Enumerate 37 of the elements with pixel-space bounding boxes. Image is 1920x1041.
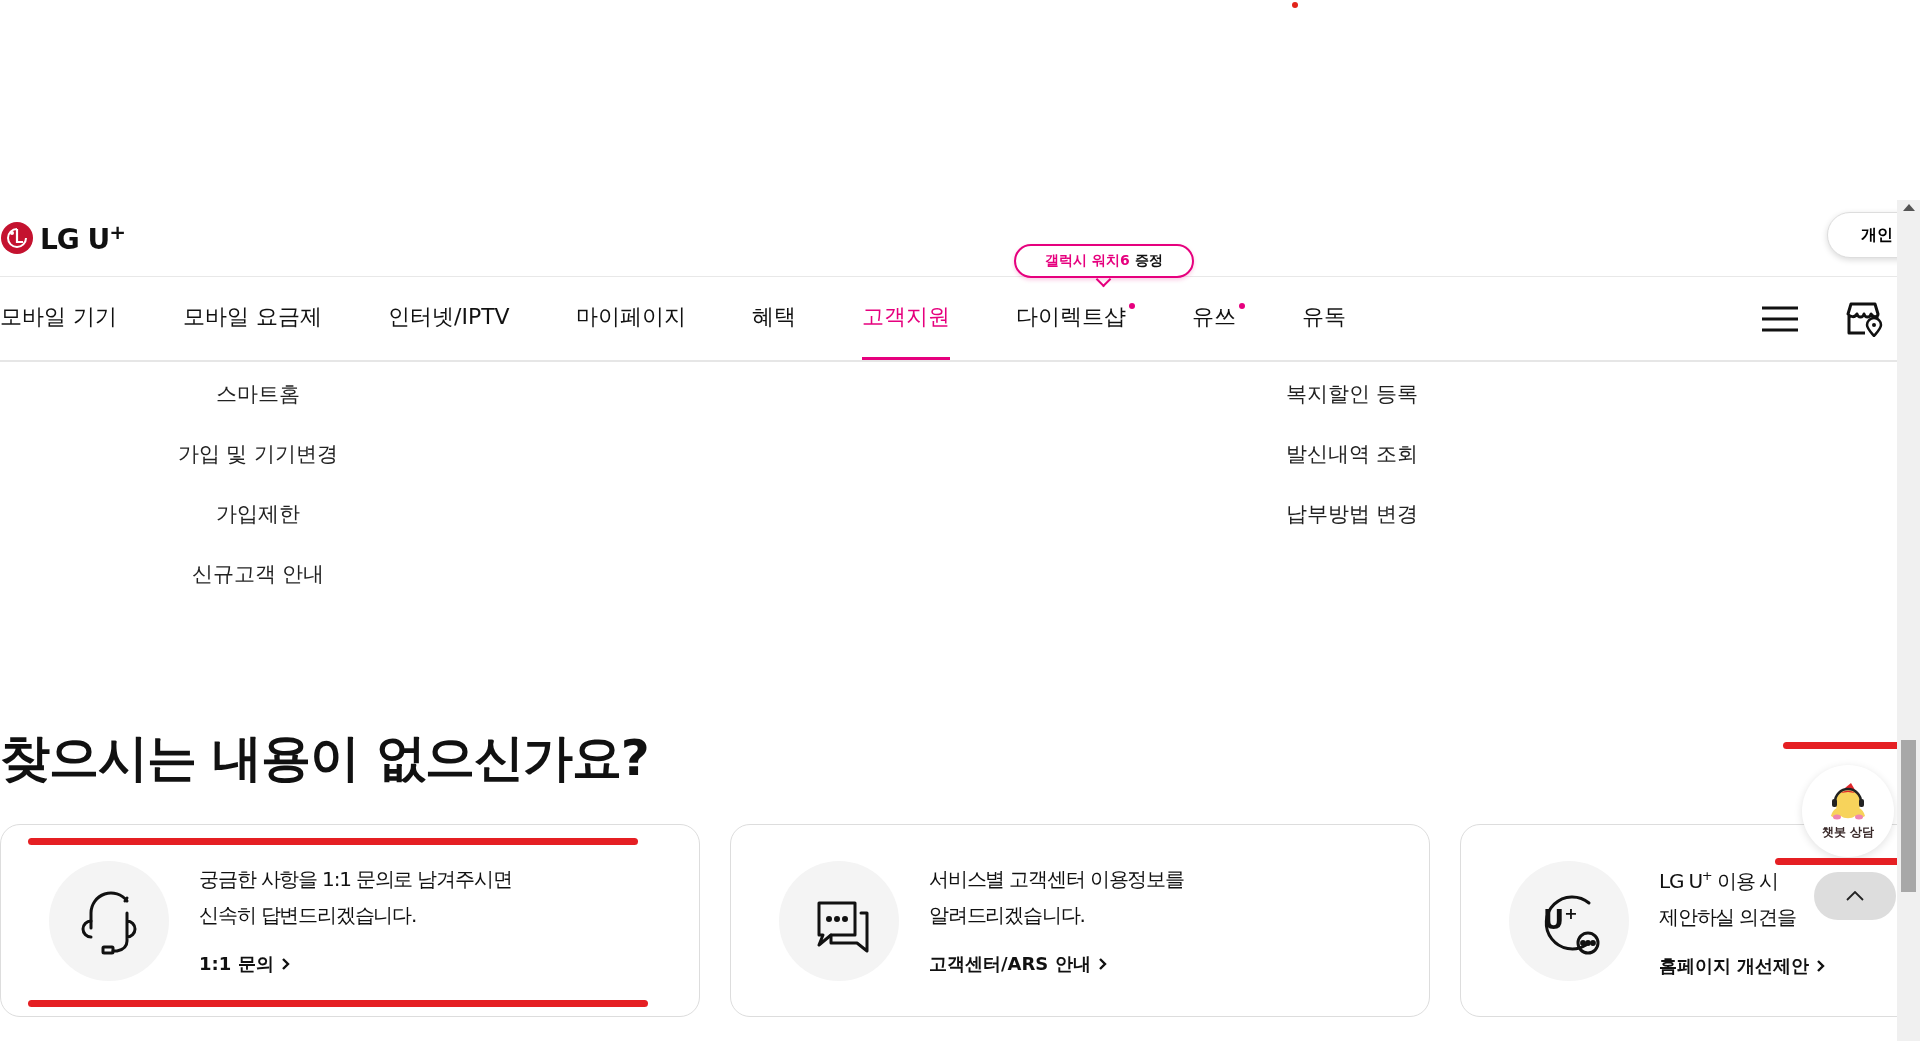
personal-button[interactable]: 개인 [1827,212,1897,258]
card-description: 서비스별 고객센터 이용정보를 알려드리겠습니다. [929,865,1184,928]
promo-bubble[interactable]: 갤럭시 워치6 증정 [1014,244,1194,278]
submenu-link[interactable]: 스마트홈 [216,364,300,424]
nav-tab[interactable]: 유독 [1301,277,1346,360]
nav-tab[interactable]: 인터넷/IPTV [388,277,510,360]
card-link[interactable]: 1:1 문의 [199,951,290,976]
chevron-right-icon [1098,957,1107,970]
card-description: LG U$^{+}$ 이용 시 제안하실 의견을 [1659,867,1797,930]
section-heading: 찾으시는 내용이 없으신가요? [0,727,649,789]
scroll-up-arrow[interactable] [1902,204,1915,211]
chevron-right-icon [281,957,290,970]
caret-up-icon [1846,891,1864,901]
logo-text[interactable]: LG U$^{+}$ [40,219,126,257]
card-link[interactable]: 고객센터/ARS 안내 [929,951,1107,976]
submenu-link[interactable]: 신규고객 안내 [191,544,325,604]
submenu-link[interactable]: 복지할인 등록 [1285,364,1419,424]
submenu-link[interactable]: 발신내역 조회 [1285,424,1419,484]
nav-tab[interactable]: 모바일 기기 [0,277,117,360]
submenu-link[interactable]: 가입제한 [216,484,300,544]
nav-tab[interactable]: 고객지원 [861,277,950,360]
submenu-link[interactable]: 납부방법 변경 [1285,484,1419,544]
menu-icon[interactable] [1761,305,1799,332]
nav-tab[interactable]: 모바일 요금제 [183,277,322,360]
nav-tab[interactable]: 마이페이지 [575,277,686,360]
help-card[interactable]: 서비스별 고객센터 이용정보를 알려드리겠습니다. 고객센터/ARS 안내 [730,824,1430,1017]
chevron-right-icon [1817,959,1826,972]
card-link[interactable]: 홈페이지 개선제안 [1659,953,1826,978]
card-description: 궁금한 사항을 1:1 문의로 남겨주시면 신속히 답변드리겠습니다. [199,865,512,928]
store-location-icon[interactable] [1845,300,1883,337]
logo-icon [0,221,34,255]
submenu-link[interactable]: 가입 및 기기변경 [177,424,339,484]
help-card[interactable]: 궁금한 사항을 1:1 문의로 남겨주시면 신속히 답변드리겠습니다. 1:1 문의 [0,824,700,1017]
nav-tab[interactable]: 혜택 [751,277,796,360]
scrollbar-thumb[interactable] [1901,740,1916,892]
chatbot-button[interactable]: 챗봇 상담 [1802,765,1894,857]
nav-tab[interactable]: 유쓰 [1191,277,1236,360]
